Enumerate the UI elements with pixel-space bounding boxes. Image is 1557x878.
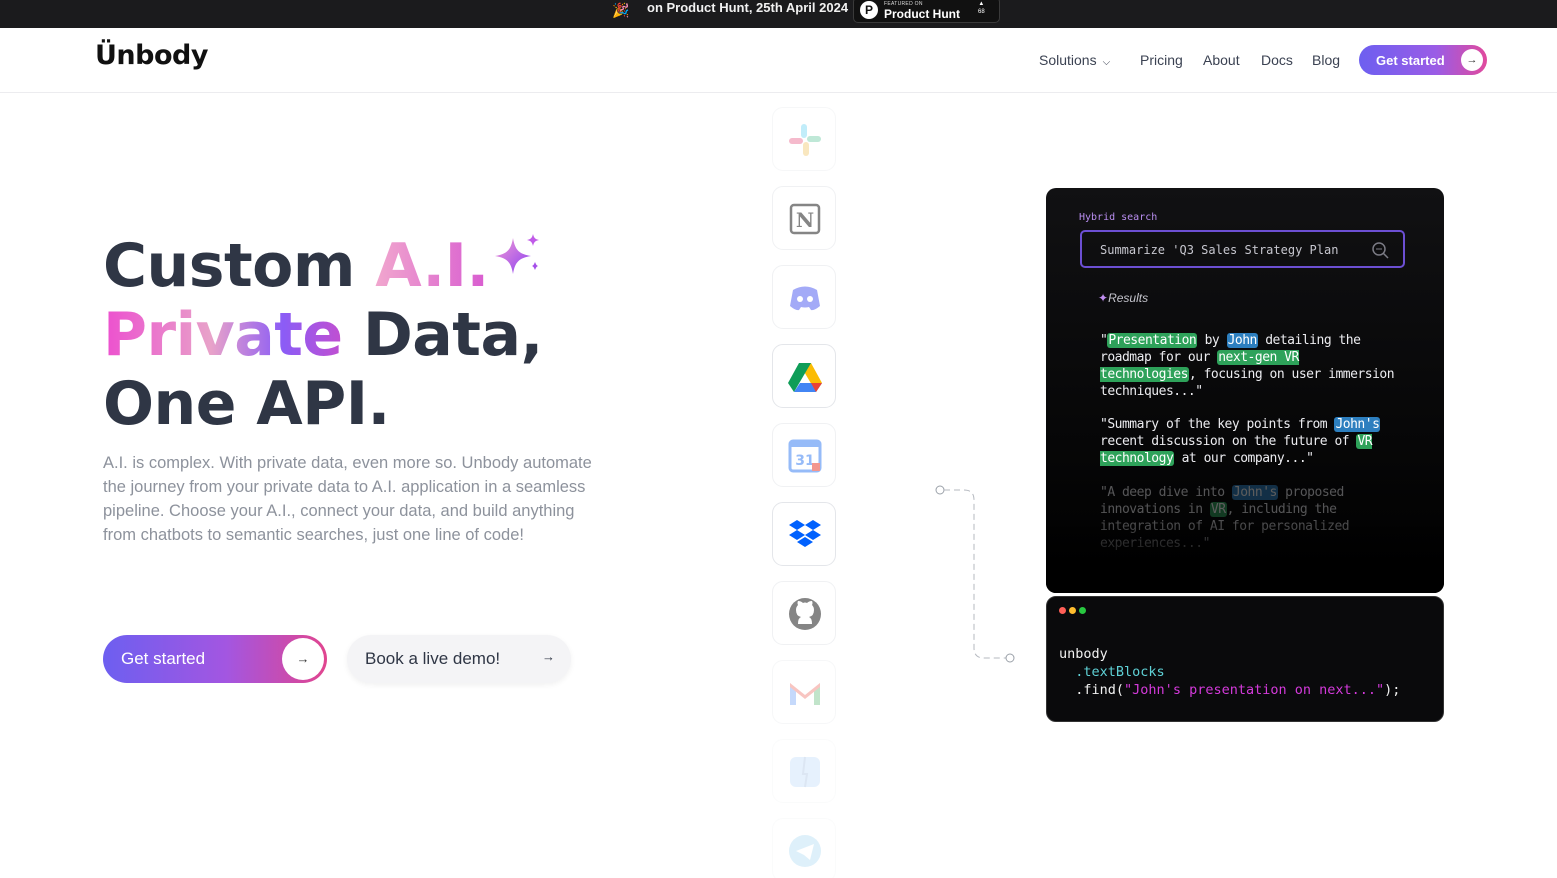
unbody-logo[interactable]: Ünbody [95,40,208,71]
arrow-right-icon: → [1461,49,1483,71]
search-input[interactable]: Summarize 'Q3 Sales Strategy Plan [1080,230,1405,268]
svg-text:N: N [796,208,814,232]
nav-get-started-button[interactable]: Get started → [1359,45,1487,75]
nav-solutions[interactable]: Solutions ⌵ [1039,52,1110,68]
nav-blog[interactable]: Blog [1312,52,1340,68]
google-drive-icon[interactable] [772,344,836,408]
dropbox-icon[interactable] [772,502,836,566]
sparkle-icon: ✦ [1098,291,1109,305]
finder-icon[interactable] [772,739,836,803]
search-result-2: "Summary of the key points from John's r… [1100,417,1381,466]
hero-title: Custom A.I. Private Data, One API. [103,232,543,439]
telegram-icon[interactable] [772,818,836,878]
window-maximize-dot [1079,607,1086,614]
hero-description: A.I. is complex. With private data, even… [103,454,592,544]
search-icon [1372,242,1389,259]
nav-get-started-label: Get started [1376,53,1445,68]
product-hunt-badge[interactable]: P FEATURED ON Product Hunt ▲ 68 [853,0,1000,23]
party-popper-icon: 🎉 [612,2,630,18]
results-label: ✦Results [1098,291,1149,305]
window-close-dot [1059,607,1066,614]
search-query: Summarize 'Q3 Sales Strategy Plan [1100,243,1339,257]
arrow-right-icon: → [282,638,324,680]
hero-title-line2: Private Data, [103,300,543,370]
book-demo-label: Book a live demo! [365,649,501,668]
hero-title-line1: Custom A.I. [103,232,543,301]
nav-pricing[interactable]: Pricing [1140,52,1183,68]
book-demo-button[interactable]: Book a live demo! → [347,635,571,683]
chevron-down-icon: ⌵ [1102,57,1111,68]
code-snippet: unbody .textBlocks .find("John's present… [1059,646,1401,698]
product-hunt-votes: ▲ 68 [978,1,985,15]
search-result-1: "Presentation by John detailing the road… [1100,333,1395,399]
sparkle-icon [494,234,539,274]
announcement-bar: 🎉 on Product Hunt, 25th April 2024 P FEA… [0,0,1557,28]
connector-line [935,485,1015,663]
nav-docs[interactable]: Docs [1261,52,1293,68]
google-calendar-icon[interactable]: 31 [772,423,836,487]
hero-title-line3: One API. [103,369,390,439]
hybrid-search-label: Hybrid search [1079,212,1158,223]
window-minimize-dot [1069,607,1076,614]
navbar: Ünbody Solutions ⌵ Pricing About Docs Blo… [0,28,1557,93]
results-fade [1046,518,1444,593]
github-icon[interactable] [772,581,836,645]
search-demo-card: Hybrid search Summarize 'Q3 Sales Strate… [1046,188,1444,593]
svg-text:31: 31 [795,453,814,469]
get-started-label: Get started [121,649,206,668]
code-demo-card: unbody .textBlocks .find("John's present… [1046,596,1444,722]
discord-icon[interactable] [772,265,836,329]
product-hunt-name: Product Hunt [884,7,960,21]
arrow-right-icon: → [542,649,555,664]
announcement-text: on Product Hunt, 25th April 2024 [647,0,849,15]
slack-icon[interactable] [772,107,836,171]
gmail-icon[interactable] [772,660,836,724]
get-started-button[interactable]: Get started → [103,635,327,683]
nav-about[interactable]: About [1203,52,1240,68]
notion-icon[interactable]: N [772,186,836,250]
product-hunt-icon: P [860,1,878,19]
